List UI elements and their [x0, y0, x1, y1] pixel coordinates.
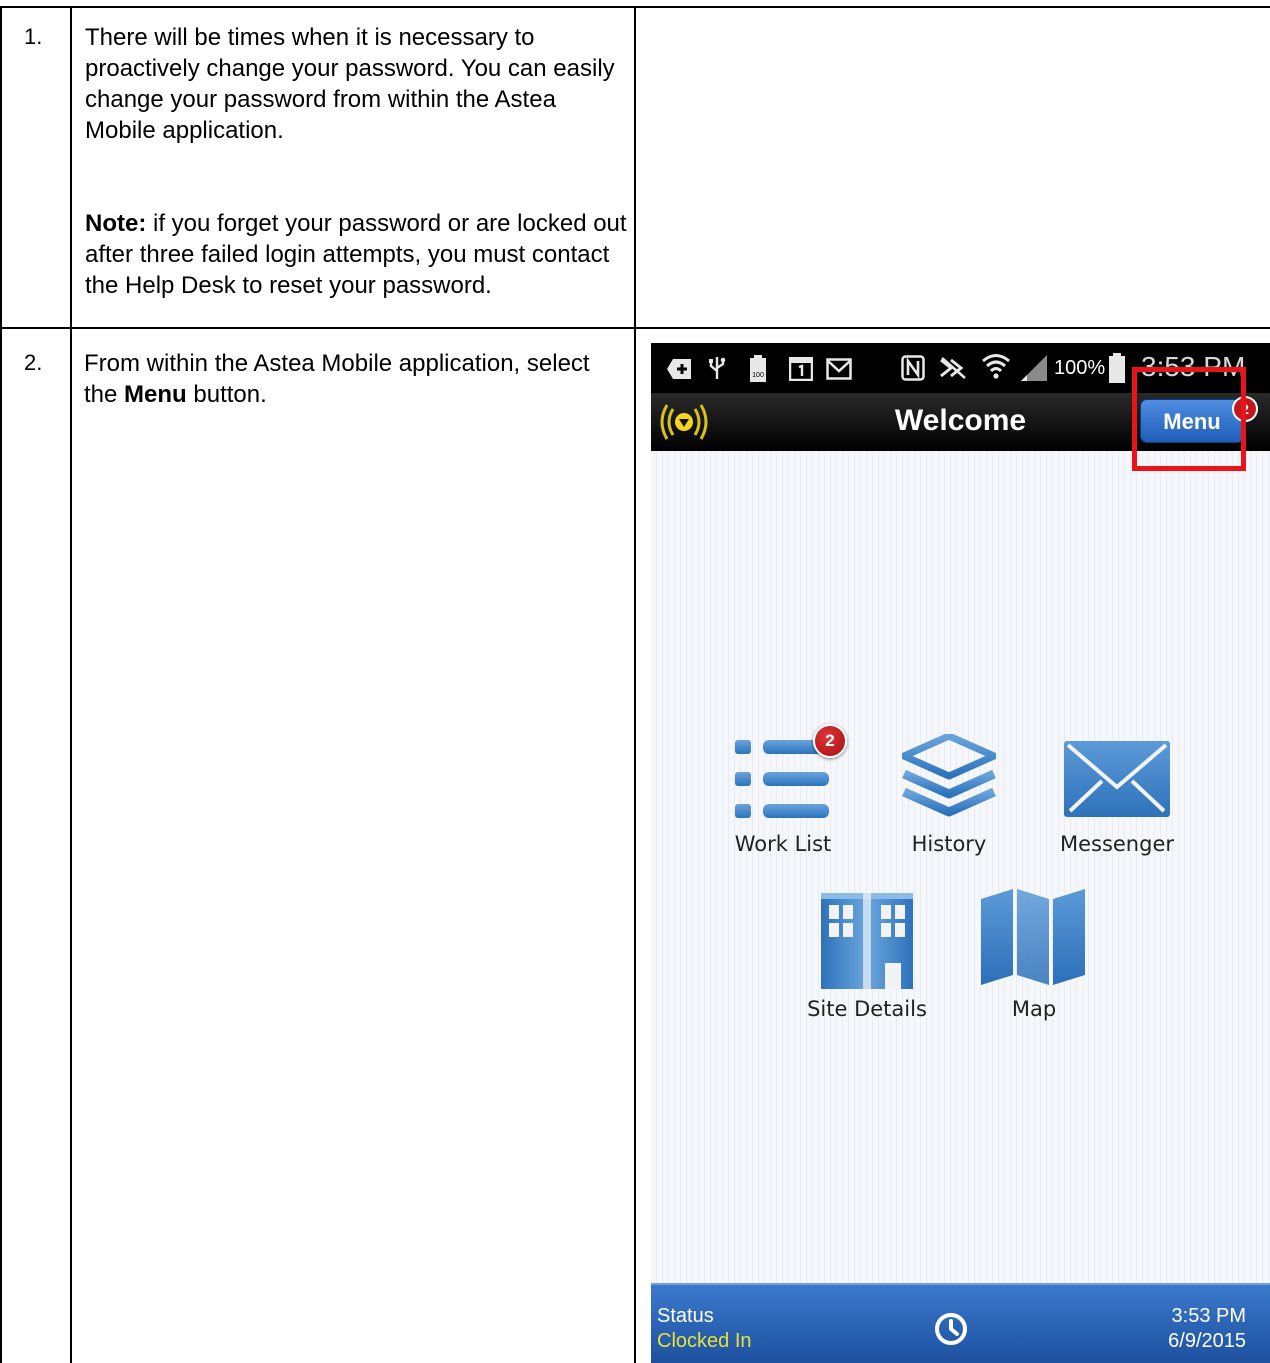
- work-list-badge: 2: [813, 724, 847, 758]
- tile-site-details[interactable]: Site Details: [807, 891, 927, 1021]
- note-label: Note:: [85, 210, 147, 237]
- signal-icon: [1021, 355, 1047, 381]
- email-icon: [826, 358, 852, 380]
- usb-icon: [709, 357, 726, 379]
- table-col-divider-number: [70, 6, 72, 1363]
- calendar-icon: [789, 357, 813, 381]
- tile-messenger[interactable]: Messenger: [1060, 741, 1174, 859]
- status-footer: Status Clocked In 3:53 PM 6/9/2015: [651, 1283, 1270, 1363]
- battery-percent: 100%: [1054, 357, 1106, 379]
- add-box-icon: [667, 359, 691, 379]
- svg-text:100: 100: [752, 372, 764, 379]
- clock-icon[interactable]: [934, 1312, 968, 1346]
- tile-label: Work List: [734, 832, 832, 856]
- envelope-icon: [1064, 741, 1170, 817]
- step-2-text: From within the Astea Mobile application…: [84, 348, 624, 410]
- note-text: if you forget your password or are locke…: [85, 210, 627, 299]
- layers-icon: [902, 734, 996, 817]
- building-icon: [821, 893, 913, 989]
- phone-screenshot: 100 100% 3:53 PM Welcome Menu 2 2 Work L…: [651, 343, 1270, 1363]
- mute-icon: [940, 357, 966, 379]
- tile-work-list[interactable]: 2 Work List: [733, 724, 847, 859]
- tile-label: History: [911, 832, 987, 856]
- welcome-content: 2 Work List History Messenger Site Detai…: [651, 451, 1270, 1283]
- status-value: Clocked In: [657, 1330, 752, 1352]
- footer-date: 6/9/2015: [1168, 1330, 1246, 1352]
- step-number: 1.: [24, 24, 43, 49]
- table-col-divider-image: [634, 6, 636, 1363]
- battery-icon: [1109, 353, 1125, 383]
- tile-label: Map: [1011, 997, 1057, 1021]
- step-1-text: There will be times when it is necessary…: [85, 22, 630, 301]
- tile-label: Messenger: [1059, 832, 1175, 856]
- nfc-icon: [901, 355, 925, 381]
- map-icon: [981, 889, 1085, 985]
- step-number: 2.: [24, 350, 43, 375]
- step-1-paragraph: There will be times when it is necessary…: [85, 24, 615, 144]
- footer-time: 3:53 PM: [1171, 1305, 1246, 1327]
- tile-label: Site Details: [807, 997, 927, 1021]
- battery-full-icon: 100: [750, 355, 766, 382]
- table-border-left: [0, 6, 2, 1363]
- step-2-bold: Menu: [124, 381, 187, 408]
- tile-history[interactable]: History: [902, 734, 996, 859]
- status-label: Status: [657, 1305, 714, 1327]
- step-1-note: Note: if you forget your password or are…: [85, 208, 630, 301]
- tile-map[interactable]: Map: [979, 887, 1089, 1021]
- step-2-text-after: button.: [186, 381, 267, 408]
- menu-highlight-box: [1132, 367, 1246, 471]
- wifi-icon: [982, 354, 1010, 379]
